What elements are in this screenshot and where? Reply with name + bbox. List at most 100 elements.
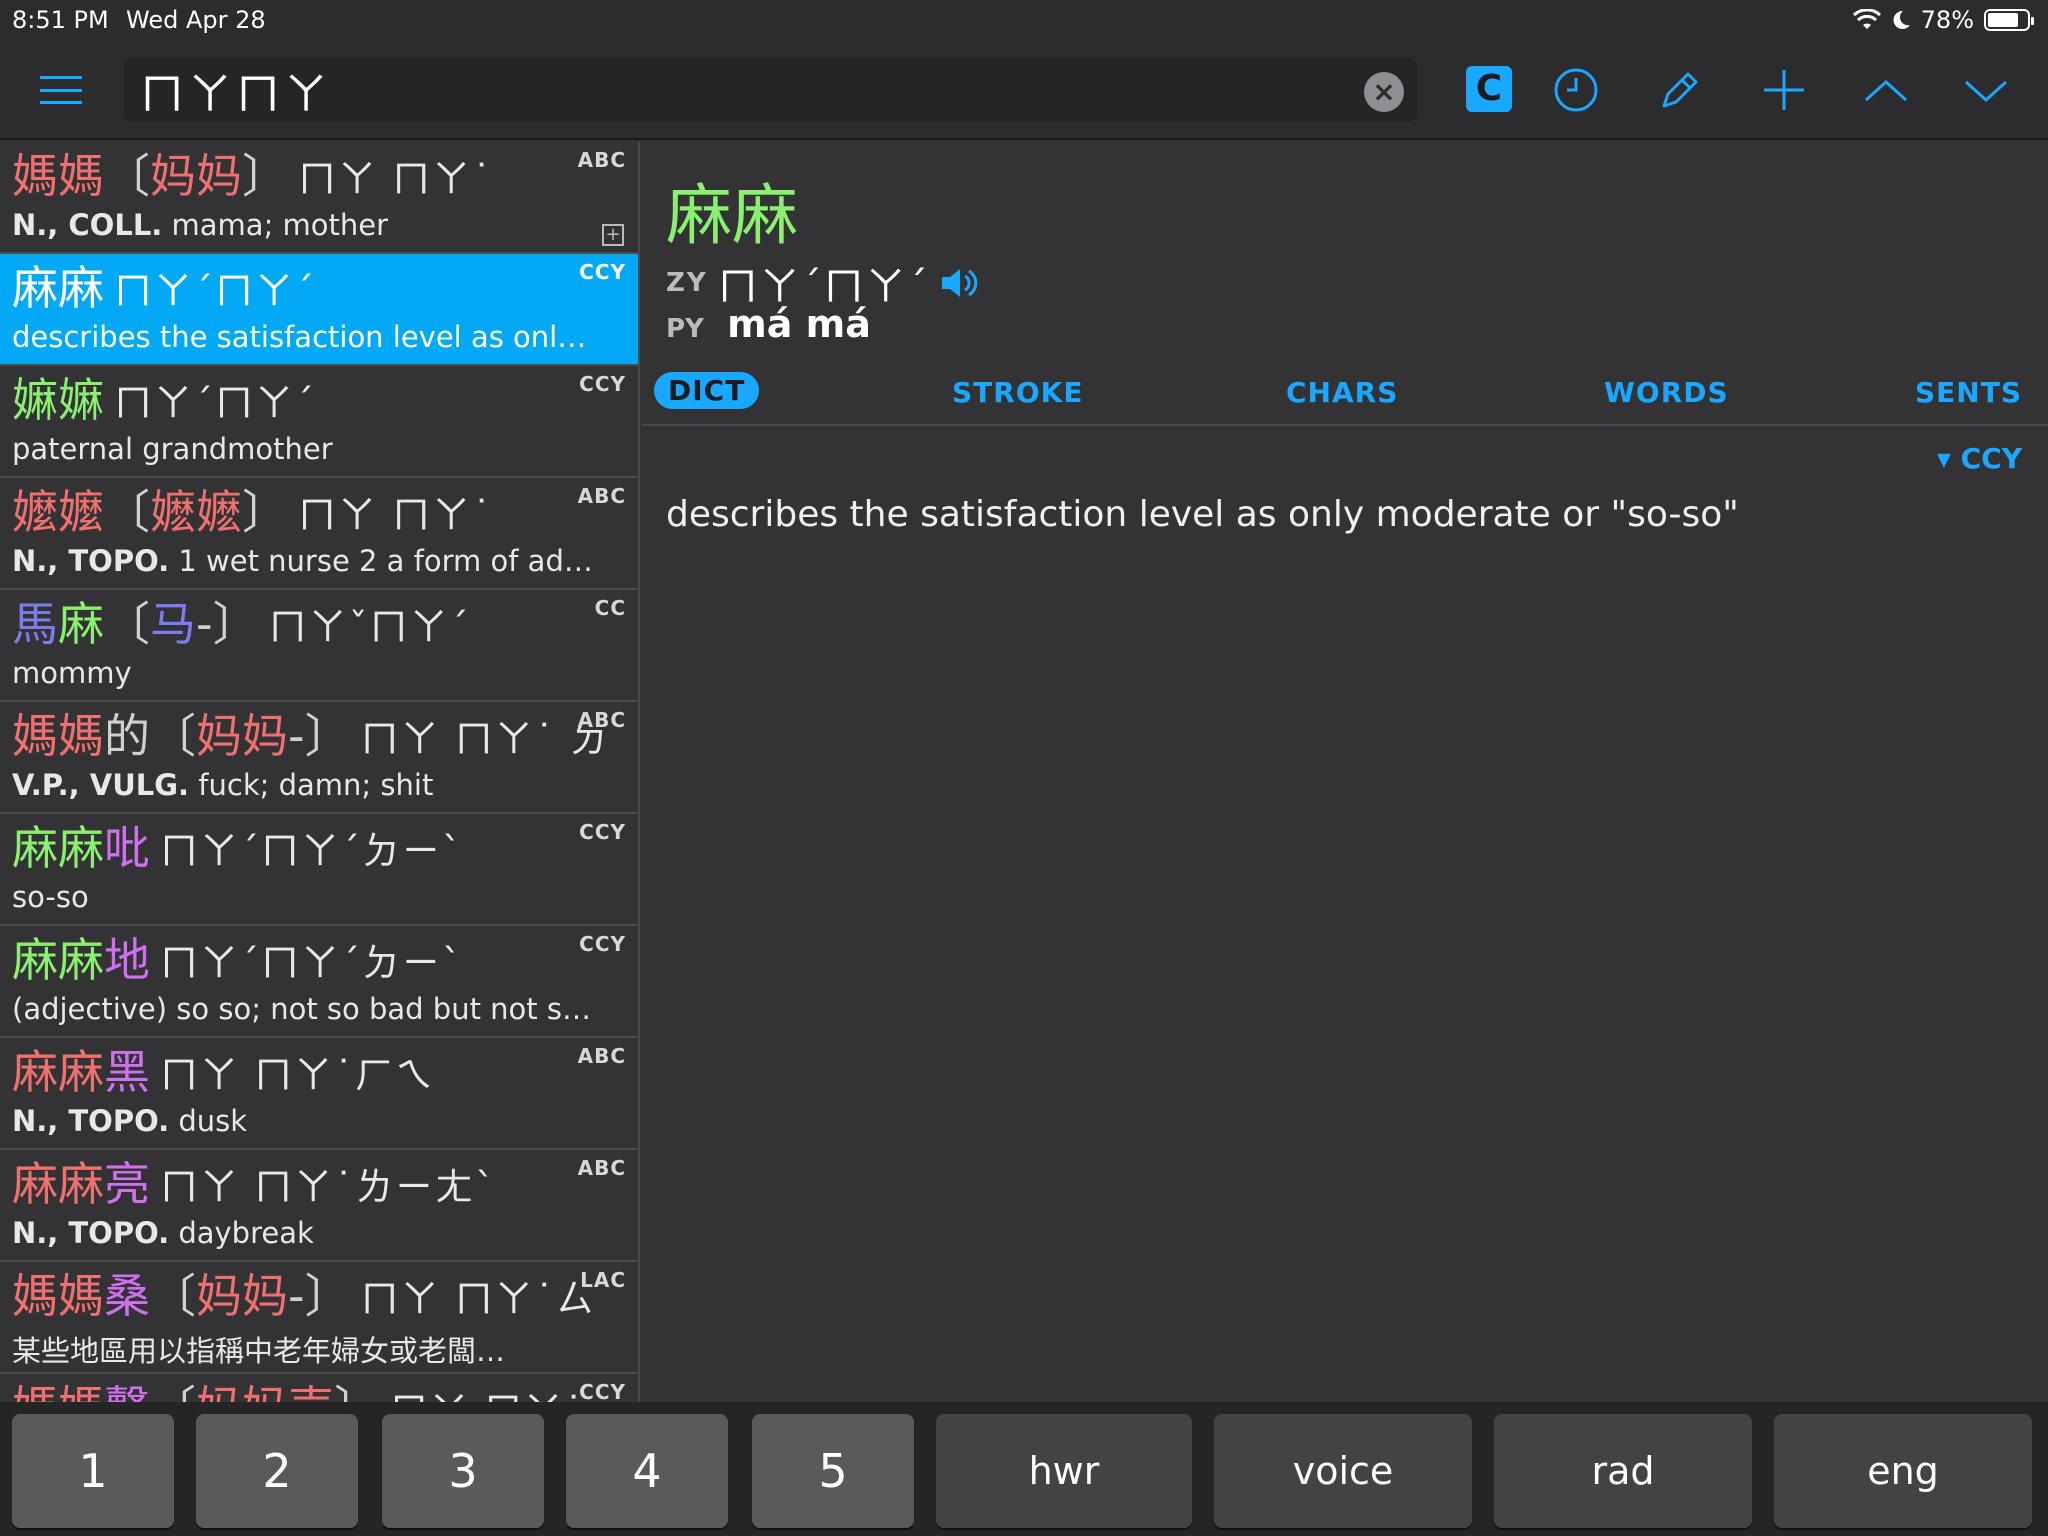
entry-traditional: 亮: [104, 1157, 150, 1211]
entry-definition: so-so: [12, 880, 602, 914]
entry-simplified: -〕: [288, 1269, 351, 1323]
entry-tags: N., TOPO.: [12, 544, 170, 578]
entry-traditional: 地: [104, 933, 150, 987]
entry-headword: 嬤嬤〔嬷嬷〕 ㄇㄚ ㄇㄚ˙: [12, 482, 493, 545]
voice-mode-button[interactable]: voice: [1214, 1414, 1472, 1528]
entry-simplified: -〕: [288, 709, 351, 763]
rad-mode-button[interactable]: rad: [1494, 1414, 1752, 1528]
entry-source: ABC: [577, 148, 626, 172]
eng-mode-button[interactable]: eng: [1774, 1414, 2032, 1528]
list-item[interactable]: 嫲嫲 ㄇㄚˊㄇㄚˊ CCY paternal grandmother: [0, 366, 638, 478]
entry-definition: N., COLL. mama; mother: [12, 208, 602, 242]
list-item[interactable]: 媽媽桑〔妈妈-〕 ㄇㄚ ㄇㄚ˙ㄙ LAC 某些地區用以指稱中老年婦女或老闆…: [0, 1262, 638, 1374]
source-dropdown[interactable]: ▾ CCY: [1937, 442, 2022, 475]
status-date: Wed Apr 28: [126, 6, 266, 34]
pencil-icon[interactable]: [1652, 62, 1708, 118]
entry-traditional: 吡: [104, 821, 150, 875]
entry-simplified: 嬷嬷: [150, 485, 242, 539]
speaker-icon[interactable]: [938, 265, 978, 301]
entry-headword: 麻麻黑 ㄇㄚ ㄇㄚ˙ㄏㄟ: [12, 1042, 435, 1105]
expand-icon[interactable]: +: [602, 224, 624, 246]
entry-definition-text: mama; mother: [162, 208, 389, 242]
entry-simplified: 〕: [334, 1381, 380, 1402]
entry-traditional: 的: [104, 709, 150, 763]
status-bar: 8:51 PM Wed Apr 28 78%: [0, 0, 2048, 40]
c-toggle-button[interactable]: C: [1466, 66, 1512, 112]
status-right: 78%: [1852, 6, 2034, 34]
entry-tags: N., TOPO.: [12, 1104, 170, 1138]
entry-definition: describes the satisfaction level as only…: [12, 320, 602, 354]
entry-source: CCY: [579, 820, 626, 844]
tab-sents[interactable]: SENTS: [1915, 376, 2022, 409]
toolbar: × C: [0, 40, 2048, 140]
entry-traditional: 麻麻: [12, 1045, 104, 1099]
zy-label: ZY: [666, 268, 708, 298]
entry-headword: 媽媽聲〔妈妈声〕ㄇㄚ ㄇㄚ˙: [12, 1378, 585, 1402]
list-item[interactable]: 麻麻黑 ㄇㄚ ㄇㄚ˙ㄏㄟ ABC N., TOPO. dusk: [0, 1038, 638, 1150]
entry-headword: 麻麻亮 ㄇㄚ ㄇㄚ˙ㄌㄧㄤˋ: [12, 1154, 496, 1217]
chevron-up-icon[interactable]: [1858, 62, 1914, 118]
entry-simplified: 妈妈: [196, 1269, 288, 1323]
menu-icon-bar: [40, 101, 82, 104]
entry-simplified: 妈妈: [150, 149, 242, 203]
entry-source: CCY: [579, 1380, 626, 1402]
entry-definition-text: paternal grandmother: [12, 432, 333, 466]
entry-source: ABC: [577, 484, 626, 508]
entry-headword: 馬麻〔马-〕 ㄇㄚˇㄇㄚˊ: [12, 594, 471, 657]
tone-key-1[interactable]: 1: [12, 1414, 174, 1528]
hwr-mode-button[interactable]: hwr: [936, 1414, 1192, 1528]
list-item[interactable]: 媽媽的〔妈妈-〕 ㄇㄚ ㄇㄚ˙ ㄉ ABC V.P., VULG. fuck; dam…: [0, 702, 638, 814]
moon-icon: [1893, 10, 1910, 29]
tab-dict[interactable]: DICT: [654, 372, 760, 409]
list-item[interactable]: 馬麻〔马-〕 ㄇㄚˇㄇㄚˊ CC mommy: [0, 590, 638, 702]
battery-icon: [1984, 9, 2034, 31]
chevron-down-icon[interactable]: [1958, 62, 2014, 118]
entry-tags: N., COLL.: [12, 208, 163, 242]
entry-definition: N., TOPO. daybreak: [12, 1216, 602, 1250]
entry-traditional: 媽媽: [12, 1269, 104, 1323]
entry-definition-text: describes the satisfaction level as only…: [12, 320, 602, 354]
list-item[interactable]: 麻麻 ㄇㄚˊㄇㄚˊ CCY describes the satisfaction le…: [0, 254, 638, 366]
entry-zhuyin: ㄇㄚ ㄇㄚ˙: [298, 493, 494, 537]
search-input[interactable]: [140, 62, 1340, 118]
entry-source: ABC: [577, 708, 626, 732]
entry-traditional: 聲: [104, 1381, 150, 1402]
detail-tabs: DICT STROKE CHARS WORDS SENTS: [642, 364, 2048, 426]
entry-traditional: 麻麻: [12, 933, 104, 987]
list-item[interactable]: 媽媽聲〔妈妈声〕ㄇㄚ ㄇㄚ˙CCY: [0, 1374, 638, 1402]
tone-key-2[interactable]: 2: [196, 1414, 358, 1528]
tone-key-5[interactable]: 5: [752, 1414, 914, 1528]
history-icon[interactable]: [1548, 62, 1604, 118]
entry-simplified: 妈妈: [196, 709, 288, 763]
entry-tags: V.P., VULG.: [12, 768, 190, 802]
plus-icon[interactable]: [1756, 62, 1812, 118]
list-item[interactable]: 嬤嬤〔嬷嬷〕 ㄇㄚ ㄇㄚ˙ ABC N., TOPO. 1 wet nurse 2 a…: [0, 478, 638, 590]
entry-zhuyin: ㄇㄚ ㄇㄚ˙ㄏㄟ: [160, 1053, 436, 1097]
entry-definition-text: 1 wet nurse 2 a form of addre…: [169, 544, 602, 578]
menu-button[interactable]: [36, 70, 86, 110]
list-item[interactable]: 麻麻亮 ㄇㄚ ㄇㄚ˙ㄌㄧㄤˋ ABC N., TOPO. daybreak: [0, 1150, 638, 1262]
entry-traditional: 桑: [104, 1269, 150, 1323]
entry-traditional: 媽媽: [12, 709, 104, 763]
py-label: PY: [666, 314, 704, 344]
entry-source: ABC: [577, 1044, 626, 1068]
list-item[interactable]: 麻麻吡 ㄇㄚˊㄇㄚˊㄉㄧˋ CCY so-so: [0, 814, 638, 926]
entry-tags: N., TOPO.: [12, 1216, 170, 1250]
tab-stroke[interactable]: STROKE: [952, 376, 1083, 409]
entry-simplified: 〔: [150, 709, 196, 763]
results-list[interactable]: 媽媽〔妈妈〕 ㄇㄚ ㄇㄚ˙ ABC N., COLL. mama; mother + 麻麻…: [0, 142, 640, 1402]
entry-zhuyin: ㄇㄚˊㄇㄚˊ: [114, 269, 317, 313]
entry-definition: 某些地區用以指稱中老年婦女或老闆…: [12, 1328, 602, 1370]
clear-search-button[interactable]: ×: [1364, 72, 1404, 112]
tone-key-3[interactable]: 3: [382, 1414, 544, 1528]
tab-chars[interactable]: CHARS: [1286, 376, 1398, 409]
list-item[interactable]: 媽媽〔妈妈〕 ㄇㄚ ㄇㄚ˙ ABC N., COLL. mama; mother +: [0, 142, 638, 254]
list-item[interactable]: 麻麻地 ㄇㄚˊㄇㄚˊㄉㄧˋ CCY (adjective) so so; not so…: [0, 926, 638, 1038]
tab-words[interactable]: WORDS: [1604, 376, 1729, 409]
entry-definition: mommy: [12, 656, 602, 690]
detail-pane: 麻麻 ZY ㄇㄚˊㄇㄚˊ PY má má DICT STROKE CHARS …: [642, 142, 2048, 1402]
tone-key-4[interactable]: 4: [566, 1414, 728, 1528]
status-time: 8:51 PM: [12, 6, 109, 34]
entry-zhuyin: ㄇㄚ ㄇㄚ˙: [390, 1389, 585, 1402]
entry-traditional: 麻麻: [12, 821, 104, 875]
